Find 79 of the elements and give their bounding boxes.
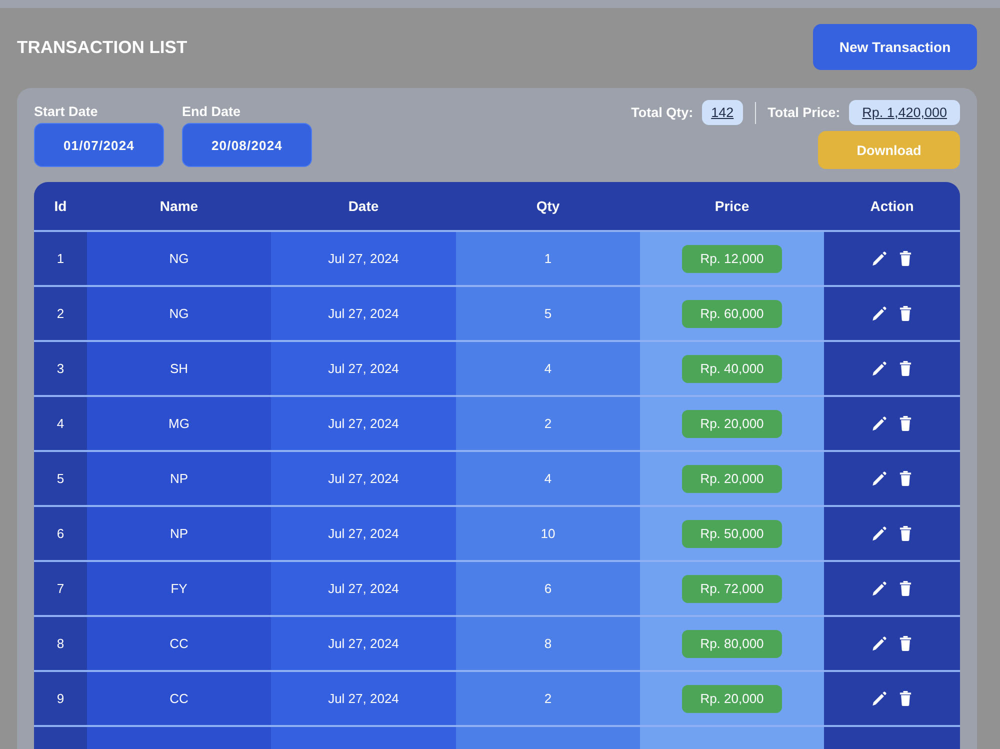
total-qty-label: Total Qty:	[631, 105, 694, 120]
table-cell: 2	[456, 672, 640, 725]
page-title: TRANSACTION LIST	[17, 36, 188, 58]
column-header: Qty	[535, 198, 561, 214]
new-transaction-button[interactable]: New Transaction	[813, 24, 977, 70]
table-cell: Jul 27, 2024	[271, 397, 456, 450]
table-cell: Jul 27, 2024	[271, 617, 456, 670]
price-badge: Rp. 80,000	[682, 630, 782, 658]
price-badge: Rp. 50,000	[682, 520, 782, 548]
price-badge: Rp. 20,000	[682, 684, 782, 712]
table-cell: 4	[34, 397, 87, 450]
total-qty-value: 142	[702, 100, 743, 125]
table-cell: NG	[87, 287, 271, 340]
table-cell: 10	[456, 507, 640, 560]
price-badge: Rp. 40,000	[682, 354, 782, 382]
table-cell: 2	[34, 287, 87, 340]
column-header: Id	[53, 198, 68, 214]
field-label: End Date	[182, 104, 242, 120]
table-cell: CC	[87, 617, 271, 670]
total-price-value: Rp. 1,420,000	[849, 100, 960, 125]
table-cell: 4	[456, 452, 640, 505]
table-cell: 5	[34, 452, 87, 505]
column-header: Price	[714, 198, 750, 214]
pencil-icon[interactable]	[872, 526, 886, 541]
pencil-icon[interactable]	[872, 691, 886, 706]
table-cell: 8	[34, 617, 87, 670]
date-field[interactable]: 20/08/2024	[182, 123, 312, 167]
table-cell: Jul 27, 2024	[271, 507, 456, 560]
table-cell: NG	[87, 232, 271, 285]
trash-icon[interactable]	[898, 471, 912, 486]
pencil-icon[interactable]	[872, 581, 886, 596]
column-header: Action	[869, 198, 915, 214]
table-cell: NP	[87, 507, 271, 560]
pencil-icon[interactable]	[872, 251, 886, 266]
price-badge: Rp. 20,000	[682, 410, 782, 438]
table-cell: 8	[456, 617, 640, 670]
table-cell: Jul 27, 2024	[271, 562, 456, 615]
table-cell: Jul 27, 2024	[271, 672, 456, 725]
column-header: Name	[158, 198, 200, 214]
price-badge: Rp. 72,000	[682, 574, 782, 602]
table-cell: 1	[34, 232, 87, 285]
table-cell: 7	[34, 562, 87, 615]
table-cell: FY	[87, 562, 271, 615]
trash-icon[interactable]	[898, 361, 912, 376]
table-cell: Jul 27, 2024	[271, 232, 456, 285]
trash-icon[interactable]	[898, 636, 912, 651]
table-cell: 1	[456, 232, 640, 285]
table-cell: 3	[34, 342, 87, 395]
pencil-icon[interactable]	[872, 361, 886, 376]
table-cell: Jul 27, 2024	[271, 452, 456, 505]
column-header: Date	[347, 198, 380, 214]
field-label: Start Date	[34, 104, 99, 120]
pencil-icon[interactable]	[872, 471, 886, 486]
date-field[interactable]: 01/07/2024	[34, 123, 164, 167]
table-cell: 2	[456, 397, 640, 450]
table-cell: SH	[87, 342, 271, 395]
table-cell: 4	[456, 342, 640, 395]
price-badge: Rp. 20,000	[682, 464, 782, 492]
trash-icon[interactable]	[898, 306, 912, 321]
trash-icon[interactable]	[898, 526, 912, 541]
trash-icon[interactable]	[898, 416, 912, 431]
price-badge: Rp. 12,000	[682, 244, 782, 272]
table-cell: CC	[87, 672, 271, 725]
table-cell: Jul 27, 2024	[271, 342, 456, 395]
table-cell: 6	[34, 507, 87, 560]
pencil-icon[interactable]	[872, 416, 886, 431]
total-price-label: Total Price:	[768, 105, 840, 120]
trash-icon[interactable]	[898, 691, 912, 706]
trash-icon[interactable]	[898, 581, 912, 596]
trash-icon[interactable]	[898, 251, 912, 266]
table-cell: NP	[87, 452, 271, 505]
table-cell: 6	[456, 562, 640, 615]
pencil-icon[interactable]	[872, 306, 886, 321]
pencil-icon[interactable]	[872, 636, 886, 651]
table-cell: Jul 27, 2024	[271, 287, 456, 340]
price-badge: Rp. 60,000	[682, 300, 782, 328]
table-cell: 9	[34, 672, 87, 725]
table-cell: 5	[456, 287, 640, 340]
table-cell: MG	[87, 397, 271, 450]
